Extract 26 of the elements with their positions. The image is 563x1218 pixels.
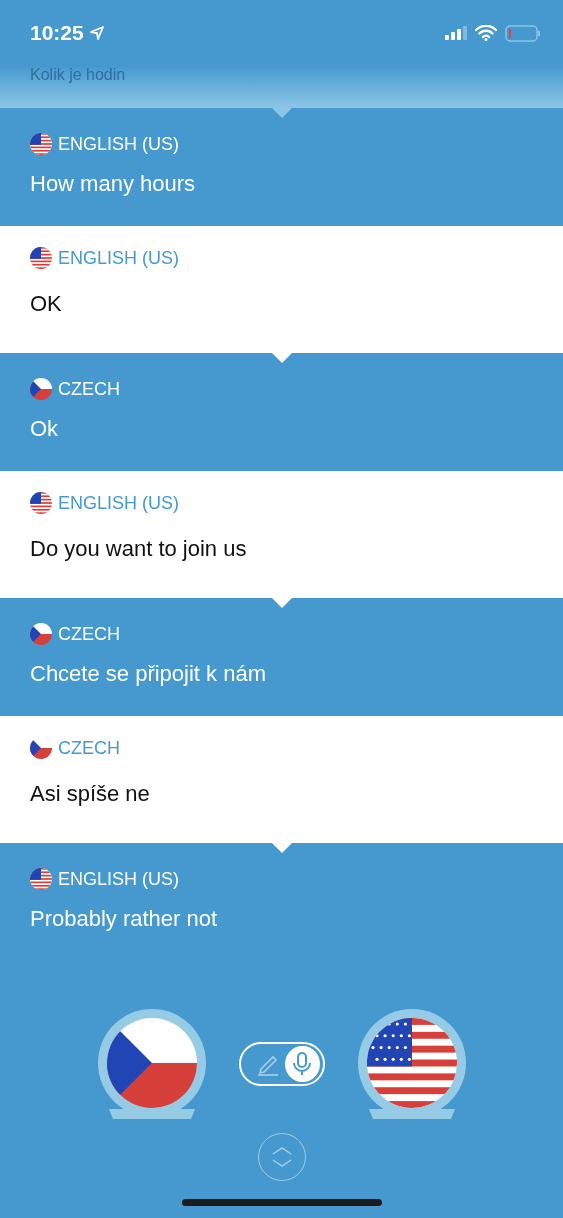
voice-mode-button[interactable]: [285, 1046, 320, 1082]
location-arrow-icon: [89, 26, 104, 40]
message-text: Do you want to join us: [30, 536, 248, 562]
message-text: Asi spíše ne: [30, 781, 151, 807]
language-label: ENGLISH (US): [58, 492, 180, 514]
signal-icon: [445, 26, 467, 40]
message-text: Chcete se připojit k nám: [30, 661, 267, 687]
microphone-icon: [293, 1052, 312, 1076]
battery-icon: [505, 24, 541, 42]
language-label: ENGLISH (US): [58, 133, 180, 155]
chevrons-icon: [270, 1146, 293, 1168]
wifi-icon: [475, 25, 497, 41]
language-label: ENGLISH (US): [58, 868, 180, 890]
language-label: CZECH: [58, 623, 120, 645]
message-text: How many hours: [30, 171, 197, 197]
language-label: CZECH: [58, 378, 120, 400]
message-text: Ok: [30, 416, 60, 442]
message-text: Probably rather not: [30, 906, 219, 932]
language-button[interactable]: [96, 1009, 207, 1119]
status-time: 10:25: [30, 21, 84, 45]
language-button[interactable]: [356, 1009, 467, 1119]
message-text: Kolik je hodin: [30, 66, 126, 84]
language-label: CZECH: [58, 737, 120, 759]
message-text: OK: [30, 291, 63, 317]
language-label: ENGLISH (US): [58, 247, 180, 269]
pointer-notch: [272, 108, 292, 118]
